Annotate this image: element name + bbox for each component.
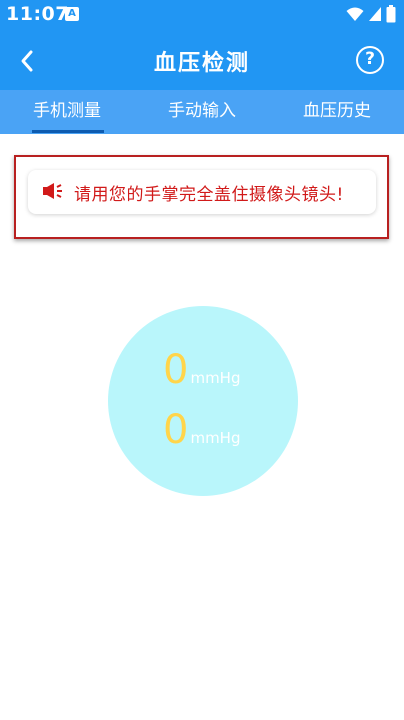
- signal-icon: [369, 7, 381, 21]
- speaker-icon: [43, 183, 62, 199]
- top-header: 11:07 A 血压检测 ? 手机测量 手动输入 血压历史: [0, 0, 404, 134]
- diastolic-value: 0: [163, 407, 189, 453]
- diastolic-unit: mmHg: [190, 429, 241, 447]
- systolic-unit: mmHg: [190, 369, 241, 387]
- status-bar: 11:07 A: [0, 0, 404, 28]
- systolic-value: 0: [163, 347, 189, 393]
- notification-icon: A: [65, 7, 79, 21]
- battery-icon: [386, 5, 396, 23]
- tip-card: 请用您的手掌完全盖住摄像头镜头!: [28, 170, 376, 214]
- bp-gauge: 0 mmHg 0 mmHg: [108, 306, 298, 496]
- tab-bar: 手机测量 手动输入 血压历史: [0, 90, 404, 134]
- status-icons: [346, 5, 396, 23]
- help-icon: ?: [365, 49, 375, 69]
- systolic-reading: 0 mmHg: [163, 350, 240, 390]
- tip-text: 请用您的手掌完全盖住摄像头镜头!: [74, 185, 344, 205]
- diastolic-reading: 0 mmHg: [163, 410, 240, 450]
- wifi-icon: [346, 7, 364, 21]
- status-time: 11:07: [6, 3, 69, 25]
- active-tab-indicator: [32, 130, 104, 133]
- page-title: 血压检测: [153, 51, 250, 76]
- app-bar: 血压检测 ?: [0, 36, 404, 86]
- tab-bp-history[interactable]: 血压历史: [270, 90, 404, 134]
- tab-manual-input[interactable]: 手动输入: [134, 90, 270, 134]
- tab-phone-measure[interactable]: 手机测量: [0, 90, 134, 134]
- help-button[interactable]: ?: [356, 46, 384, 74]
